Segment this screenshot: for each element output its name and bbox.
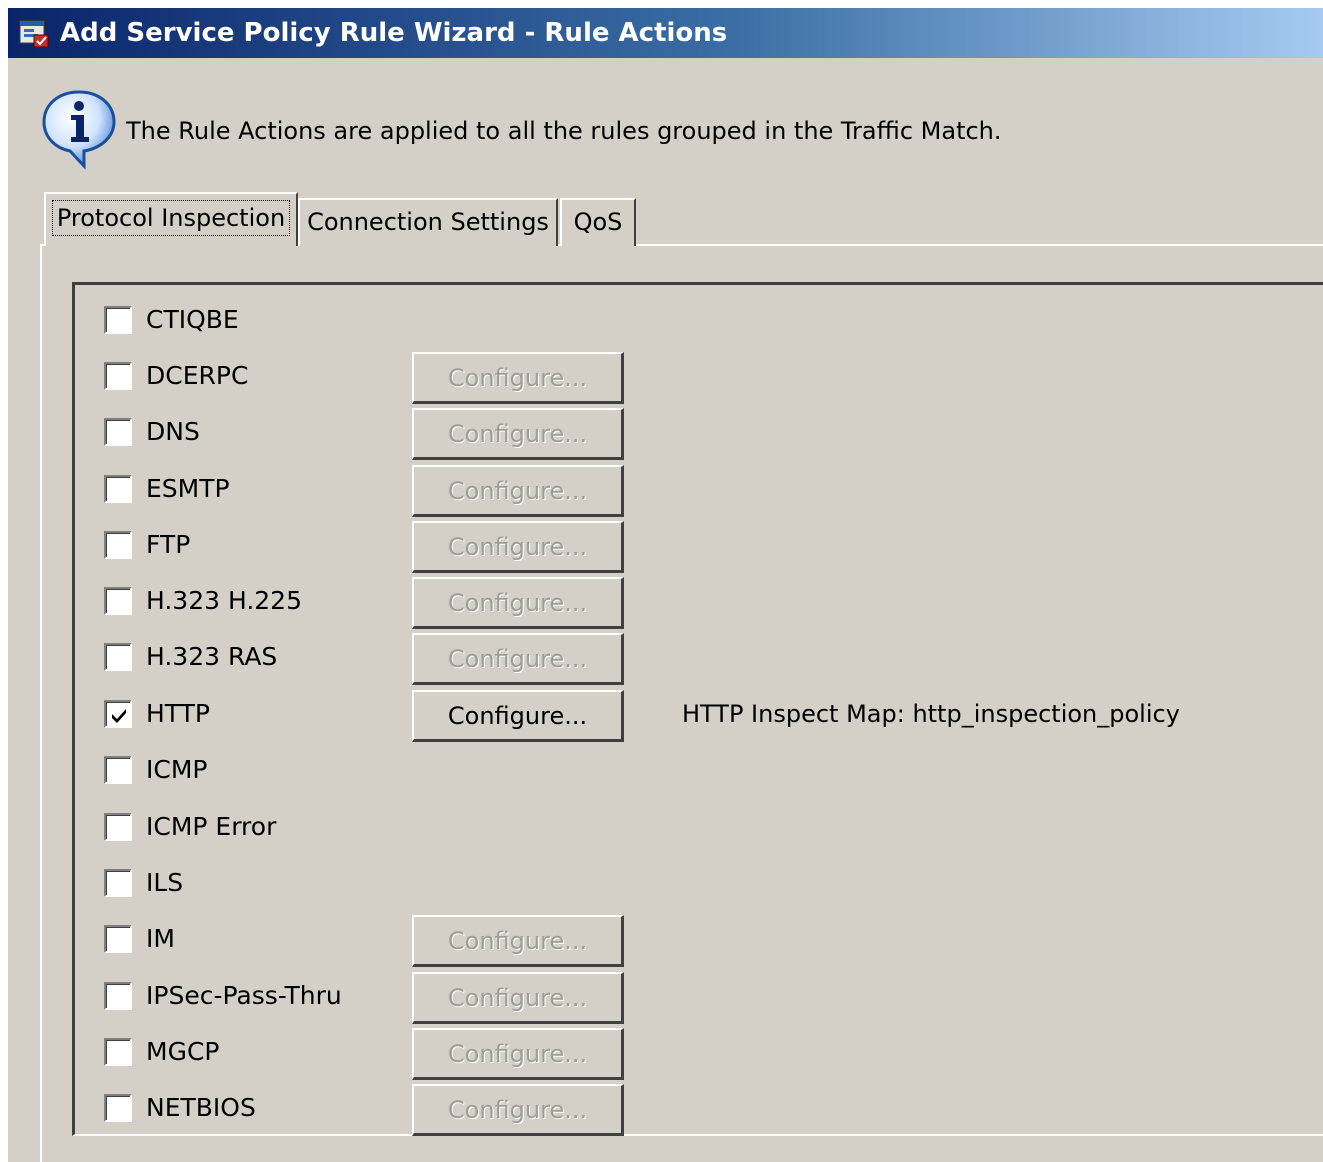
netbios-configure-button[interactable]: Configure... [412,1084,624,1136]
info-message: The Rule Actions are applied to all the … [126,117,1002,145]
protocol-label: DCERPC [146,361,249,390]
protocol-row-icmp-error: ICMP Error [8,803,1323,853]
netbios-checkbox[interactable] [104,1094,132,1122]
tab-qos[interactable]: QoS [560,198,636,246]
protocol-row-ils: ILS [8,859,1323,909]
protocol-row-ftp: FTP Configure... [8,521,1323,573]
http-inspect-map-label: HTTP Inspect Map: http_inspection_policy [682,700,1180,728]
info-icon [40,88,118,170]
tab-label: QoS [573,208,623,236]
esmtp-checkbox[interactable] [104,475,132,503]
ftp-configure-button[interactable]: Configure... [412,521,624,573]
h323-ras-configure-button[interactable]: Configure... [412,633,624,685]
protocol-label: IPSec-Pass-Thru [146,981,342,1010]
protocol-row-http: HTTP Configure... HTTP Inspect Map: http… [8,690,1323,742]
protocol-row-dns: DNS Configure... [8,408,1323,460]
ipsec-pass-thru-checkbox[interactable] [104,982,132,1010]
checkmark-icon [112,709,126,723]
h323-h225-configure-button[interactable]: Configure... [412,577,624,629]
protocol-row-ipsec-pass-thru: IPSec-Pass-Thru Configure... [8,972,1323,1024]
tab-label: Protocol Inspection [51,200,291,236]
h323-ras-checkbox[interactable] [104,643,132,671]
protocol-row-icmp: ICMP [8,746,1323,796]
protocol-label: DNS [146,417,200,446]
tab-connection-settings[interactable]: Connection Settings [298,198,558,246]
title-bar[interactable]: Add Service Policy Rule Wizard - Rule Ac… [8,8,1323,58]
dns-checkbox[interactable] [104,418,132,446]
protocol-label: MGCP [146,1037,220,1066]
ctiqbe-checkbox[interactable] [104,306,132,334]
protocol-label: ICMP [146,755,208,784]
im-checkbox[interactable] [104,925,132,953]
protocol-label: ICMP Error [146,812,277,841]
protocol-label: FTP [146,530,191,559]
protocol-row-ctiqbe: CTIQBE [8,296,1323,346]
protocol-row-esmtp: ESMTP Configure... [8,465,1323,517]
esmtp-configure-button[interactable]: Configure... [412,465,624,517]
wizard-window: Add Service Policy Rule Wizard - Rule Ac… [8,8,1323,1162]
protocol-row-h323-ras: H.323 RAS Configure... [8,633,1323,685]
http-configure-button[interactable]: Configure... [412,690,624,742]
tab-protocol-inspection[interactable]: Protocol Inspection [44,192,298,246]
protocol-label: H.323 RAS [146,642,278,671]
ipsec-pass-thru-configure-button[interactable]: Configure... [412,972,624,1024]
protocol-row-dcerpc: DCERPC Configure... [8,352,1323,404]
protocol-label: NETBIOS [146,1093,256,1122]
protocol-label: CTIQBE [146,305,239,334]
h323-h225-checkbox[interactable] [104,587,132,615]
window-title: Add Service Policy Rule Wizard - Rule Ac… [60,18,728,48]
protocol-row-im: IM Configure... [8,915,1323,967]
mgcp-configure-button[interactable]: Configure... [412,1028,624,1080]
protocol-label: HTTP [146,699,210,728]
icmp-error-checkbox[interactable] [104,813,132,841]
tab-label: Connection Settings [307,208,549,236]
protocol-label: IM [146,924,175,953]
mgcp-checkbox[interactable] [104,1038,132,1066]
protocol-row-netbios: NETBIOS Configure... [8,1084,1323,1136]
dns-configure-button[interactable]: Configure... [412,408,624,460]
dcerpc-checkbox[interactable] [104,362,132,390]
protocol-row-mgcp: MGCP Configure... [8,1028,1323,1080]
protocol-label: ESMTP [146,474,230,503]
dcerpc-configure-button[interactable]: Configure... [412,352,624,404]
protocol-row-h323-h225: H.323 H.225 Configure... [8,577,1323,629]
protocol-label: H.323 H.225 [146,586,302,615]
http-checkbox[interactable] [104,700,132,728]
ftp-checkbox[interactable] [104,531,132,559]
protocol-label: ILS [146,868,184,897]
im-configure-button[interactable]: Configure... [412,915,624,967]
ils-checkbox[interactable] [104,869,132,897]
icmp-checkbox[interactable] [104,756,132,784]
app-icon [18,17,50,49]
